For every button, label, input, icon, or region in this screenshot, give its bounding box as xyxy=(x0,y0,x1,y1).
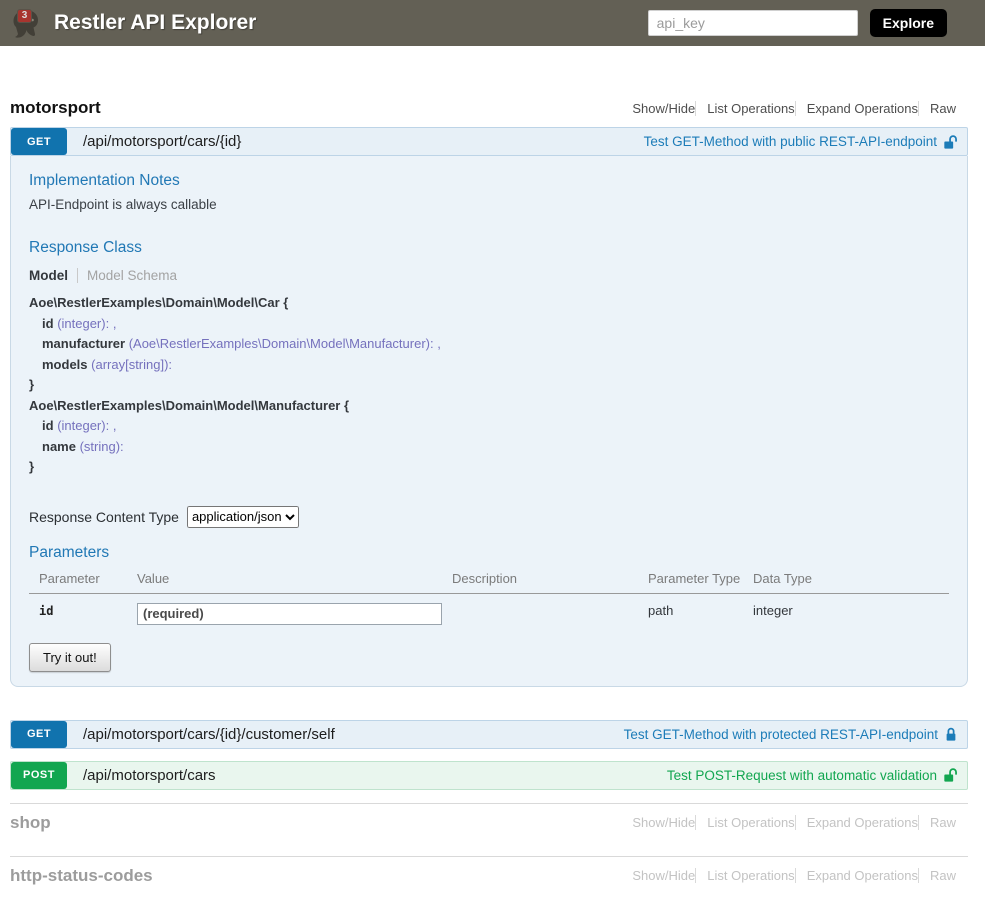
parameters-table: Parameter Value Description Parameter Ty… xyxy=(29,568,949,629)
signature-line: id (integer): , xyxy=(29,314,949,335)
list-operations-link[interactable]: List Operations xyxy=(696,868,794,883)
explore-button[interactable]: Explore xyxy=(870,9,947,37)
section-title-motorsport[interactable]: motorsport xyxy=(10,98,101,118)
implementation-notes-title: Implementation Notes xyxy=(29,172,949,190)
endpoint-get-customer-self: GET /api/motorsport/cars/{id}/customer/s… xyxy=(10,720,968,749)
show-hide-link[interactable]: Show/Hide xyxy=(621,815,695,830)
endpoint-test-label: Test GET-Method with public REST-API-end… xyxy=(644,134,937,149)
expand-operations-link[interactable]: Expand Operations xyxy=(796,815,918,830)
restler-logo-icon: 3 xyxy=(8,4,44,42)
signature-line: manufacturer (Aoe\RestlerExamples\Domain… xyxy=(29,334,949,355)
signature-line: name (string): xyxy=(29,437,949,458)
signature-line: Aoe\RestlerExamples\Domain\Model\Manufac… xyxy=(29,396,949,417)
model-tabs: Model Model Schema xyxy=(29,268,949,283)
col-parameter-type: Parameter Type xyxy=(648,568,753,594)
signature-line: id (integer): , xyxy=(29,416,949,437)
raw-link[interactable]: Raw xyxy=(919,815,956,830)
spacer xyxy=(10,699,968,720)
endpoint-path[interactable]: /api/motorsport/cars/{id} xyxy=(83,133,241,150)
endpoint-test-label: Test POST-Request with automatic validat… xyxy=(667,768,937,783)
col-data-type: Data Type xyxy=(753,568,949,594)
response-content-type-label: Response Content Type xyxy=(29,509,179,525)
endpoint-test-link[interactable]: Test POST-Request with automatic validat… xyxy=(667,767,958,783)
endpoint-post-cars: POST /api/motorsport/cars Test POST-Requ… xyxy=(10,761,968,790)
section-head-motorsport: motorsport Show/Hide List Operations Exp… xyxy=(10,98,968,118)
endpoint-path[interactable]: /api/motorsport/cars/{id}/customer/self xyxy=(83,726,335,743)
parameter-value-input[interactable] xyxy=(137,603,442,625)
parameter-data-type: integer xyxy=(753,593,949,629)
endpoint-test-link[interactable]: Test GET-Method with public REST-API-end… xyxy=(644,134,958,150)
response-content-type-row: Response Content Type application/json xyxy=(29,506,949,528)
show-hide-link[interactable]: Show/Hide xyxy=(621,101,695,116)
tab-divider xyxy=(77,268,78,283)
try-it-out-button[interactable]: Try it out! xyxy=(29,643,111,672)
http-method-badge[interactable]: GET xyxy=(11,128,67,155)
section-http-status-codes: http-status-codes Show/Hide List Operati… xyxy=(10,856,968,896)
expand-operations-link[interactable]: Expand Operations xyxy=(796,101,918,116)
http-method-badge[interactable]: GET xyxy=(11,721,67,748)
tab-model[interactable]: Model xyxy=(29,268,68,283)
signature-line: } xyxy=(29,375,949,396)
parameter-row-id: id path integer xyxy=(29,593,949,629)
logo-badge: 3 xyxy=(17,9,32,23)
response-content-type-select[interactable]: application/json xyxy=(187,506,299,528)
signature-line: } xyxy=(29,457,949,478)
show-hide-link[interactable]: Show/Hide xyxy=(621,868,695,883)
parameter-name: id xyxy=(39,604,53,618)
parameter-type: path xyxy=(648,593,753,629)
endpoint-header[interactable]: GET /api/motorsport/cars/{id}/customer/s… xyxy=(10,720,968,749)
section-controls-http-status-codes: Show/Hide List Operations Expand Operati… xyxy=(621,868,968,883)
response-class-title: Response Class xyxy=(29,239,949,257)
api-key-input[interactable] xyxy=(648,10,858,36)
endpoint-test-label: Test GET-Method with protected REST-API-… xyxy=(624,727,938,742)
col-value: Value xyxy=(137,568,452,594)
endpoint-header[interactable]: POST /api/motorsport/cars Test POST-Requ… xyxy=(10,761,968,790)
operation-detail-panel: Implementation Notes API-Endpoint is alw… xyxy=(10,156,968,687)
lock-open-icon xyxy=(943,134,958,150)
http-method-badge[interactable]: POST xyxy=(11,762,67,789)
model-signature: Aoe\RestlerExamples\Domain\Model\Car { i… xyxy=(29,293,949,478)
section-title-http-status-codes[interactable]: http-status-codes xyxy=(10,866,153,886)
raw-link[interactable]: Raw xyxy=(919,101,956,116)
section-controls-shop: Show/Hide List Operations Expand Operati… xyxy=(621,815,968,830)
section-shop: shop Show/Hide List Operations Expand Op… xyxy=(10,803,968,843)
app-title: Restler API Explorer xyxy=(54,11,256,35)
endpoint-header[interactable]: GET /api/motorsport/cars/{id} Test GET-M… xyxy=(10,127,968,156)
endpoint-test-link[interactable]: Test GET-Method with protected REST-API-… xyxy=(624,726,958,742)
endpoint-get-cars-id: GET /api/motorsport/cars/{id} Test GET-M… xyxy=(10,127,968,687)
app-header: 3 Restler API Explorer Explore xyxy=(0,0,985,46)
raw-link[interactable]: Raw xyxy=(919,868,956,883)
col-description: Description xyxy=(452,568,648,594)
api-documentation: motorsport Show/Hide List Operations Exp… xyxy=(0,46,985,912)
header-api-key-form: Explore xyxy=(648,9,947,37)
expand-operations-link[interactable]: Expand Operations xyxy=(796,868,918,883)
lock-open-icon xyxy=(943,767,958,783)
lock-closed-icon xyxy=(944,726,958,742)
signature-line: models (array[string]): xyxy=(29,355,949,376)
signature-line: Aoe\RestlerExamples\Domain\Model\Car { xyxy=(29,293,949,314)
endpoint-path[interactable]: /api/motorsport/cars xyxy=(83,767,216,784)
parameter-description xyxy=(452,593,648,629)
tab-model-schema[interactable]: Model Schema xyxy=(87,268,177,283)
list-operations-link[interactable]: List Operations xyxy=(696,815,794,830)
parameters-title: Parameters xyxy=(29,544,949,562)
section-title-shop[interactable]: shop xyxy=(10,813,51,833)
list-operations-link[interactable]: List Operations xyxy=(696,101,794,116)
parameters-table-header: Parameter Value Description Parameter Ty… xyxy=(29,568,949,594)
section-controls-motorsport: Show/Hide List Operations Expand Operati… xyxy=(621,101,968,116)
implementation-notes-text: API-Endpoint is always callable xyxy=(29,197,949,212)
col-parameter: Parameter xyxy=(29,568,137,594)
